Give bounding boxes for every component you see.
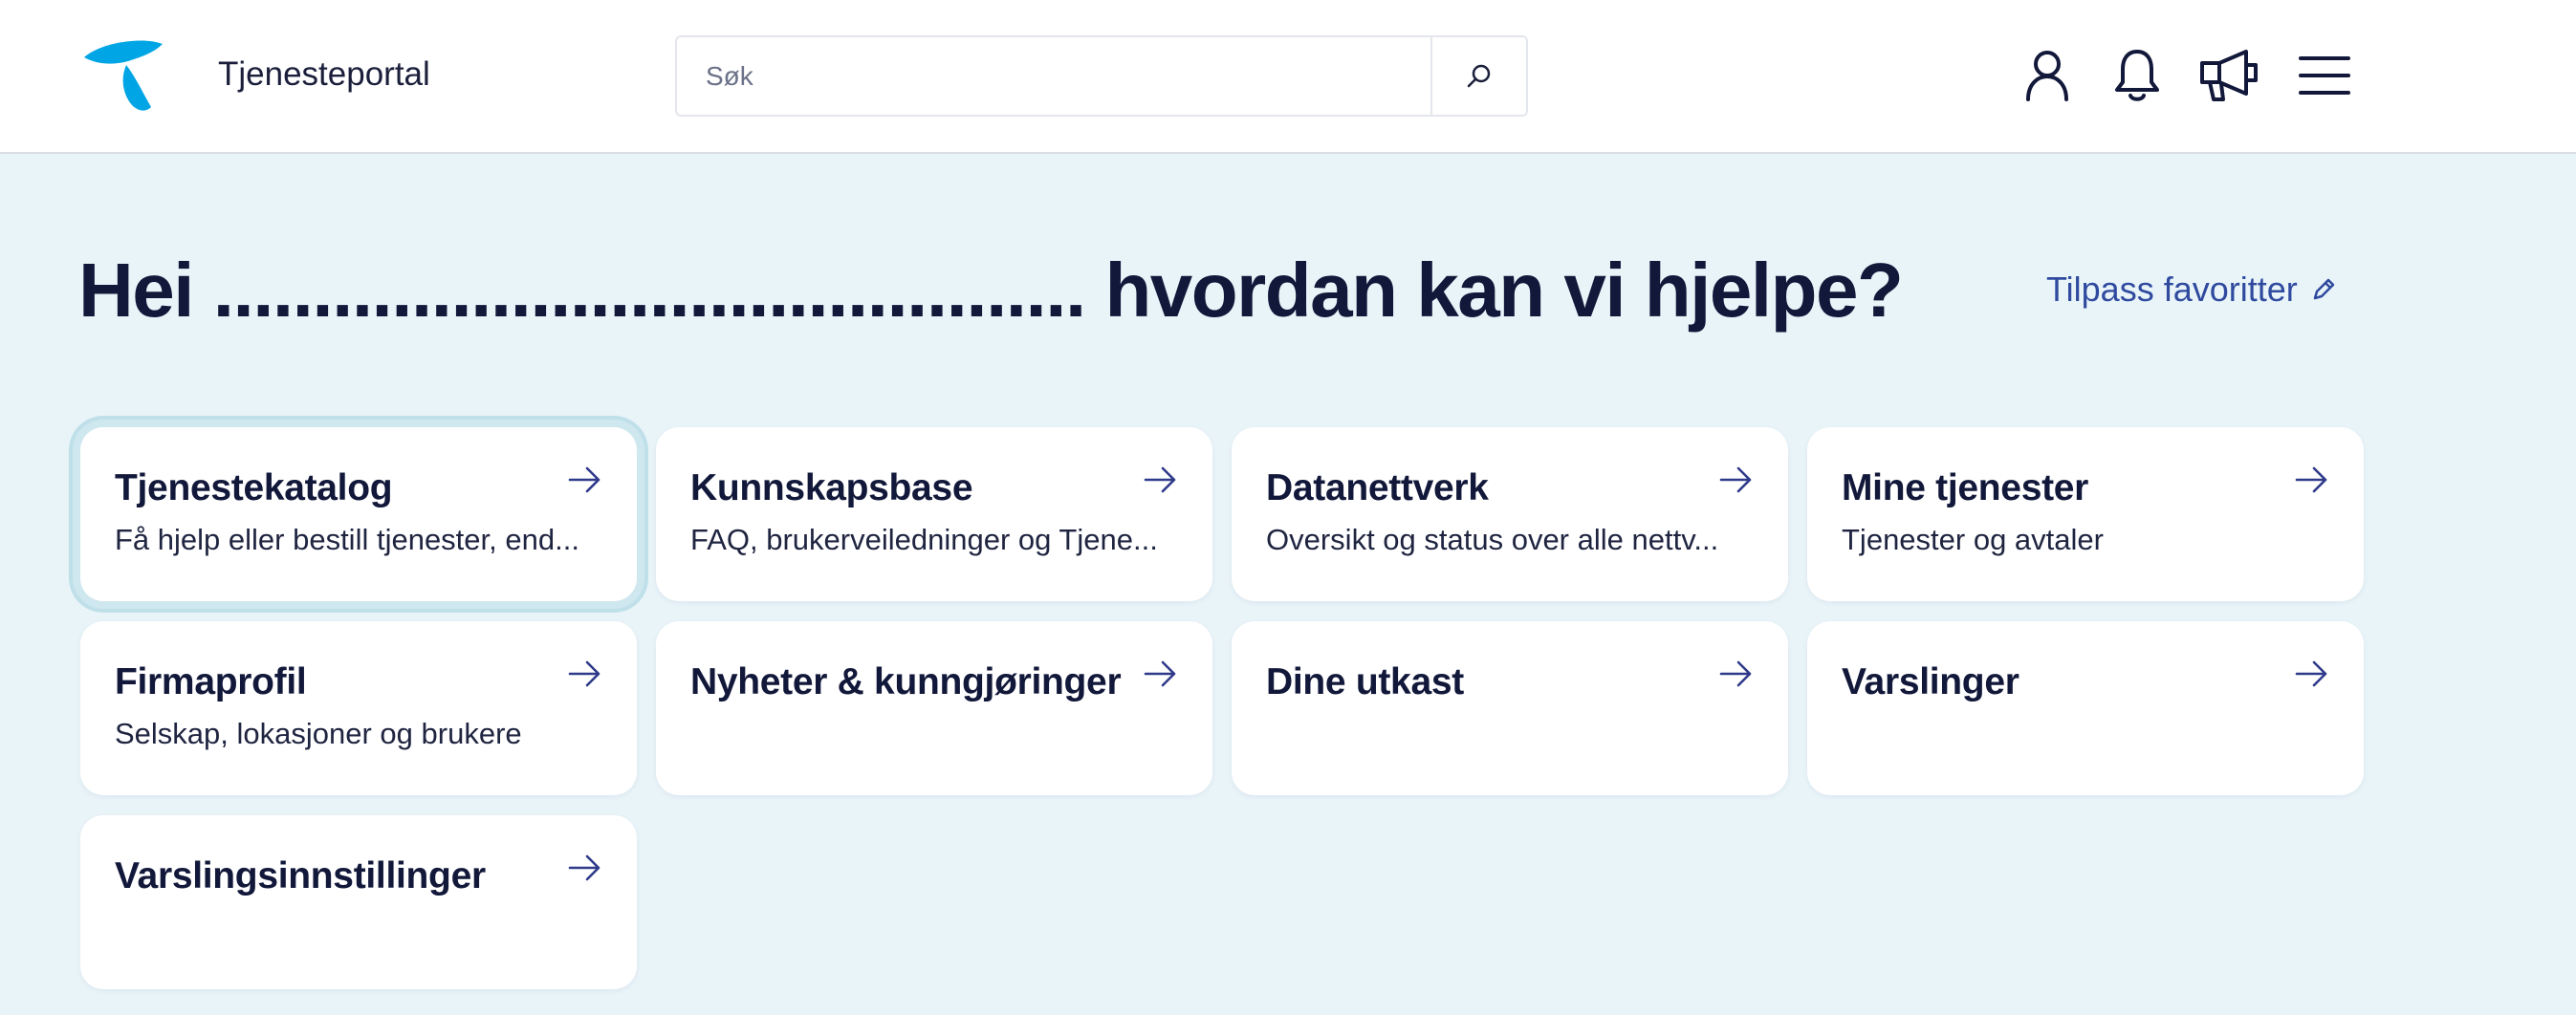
card-firmaprofil[interactable]: Firmaprofil Selskap, lokasjoner og bruke… — [80, 621, 637, 795]
card-subtitle: Tjenester og avtaler — [1842, 523, 2104, 556]
card-title: Dine utkast — [1266, 661, 1464, 702]
search-button[interactable] — [1430, 37, 1526, 115]
arrow-right-icon — [568, 854, 600, 881]
card-varslinger[interactable]: Varslinger — [1807, 621, 2364, 795]
card-title: Kunnskapsbase — [690, 467, 973, 508]
card-tjenestekatalog[interactable]: Tjenestekatalog Få hjelp eller bestill t… — [80, 427, 637, 601]
customize-favorites-link[interactable]: Tilpass favoritter — [2046, 270, 2336, 310]
notifications-button[interactable] — [2104, 38, 2171, 113]
card-subtitle: Oversikt og status over alle nettv... — [1266, 523, 1719, 556]
card-dine-utkast[interactable]: Dine utkast — [1232, 621, 1788, 795]
card-title: Varslinger — [1842, 661, 2019, 702]
card-title: Varslingsinnstillinger — [115, 855, 486, 896]
card-title: Firmaprofil — [115, 661, 307, 702]
greeting-start: Hei — [78, 248, 195, 333]
telia-logo-icon[interactable] — [82, 36, 164, 113]
card-nyheter-kunngjoringer[interactable]: Nyheter & kunngjøringer — [656, 621, 1212, 795]
menu-button[interactable] — [2291, 38, 2358, 113]
card-varslingsinnstillinger[interactable]: Varslingsinnstillinger — [80, 815, 637, 989]
arrow-right-icon — [568, 660, 600, 687]
arrow-right-icon — [568, 466, 600, 493]
app-title[interactable]: Tjenesteportal — [218, 55, 430, 94]
arrow-right-icon — [2295, 466, 2327, 493]
card-title: Datanettverk — [1266, 467, 1489, 508]
search-box — [675, 35, 1528, 117]
arrow-right-icon — [1144, 660, 1176, 687]
arrow-right-icon — [1144, 466, 1176, 493]
customize-favorites-label: Tilpass favoritter — [2046, 270, 2298, 309]
greeting-name-placeholder: ........................................… — [212, 248, 1086, 333]
arrow-right-icon — [1719, 466, 1752, 493]
card-subtitle: Selskap, lokasjoner og brukere — [115, 717, 522, 750]
user-icon — [2026, 51, 2068, 101]
card-datanettverk[interactable]: Datanettverk Oversikt og status over all… — [1232, 427, 1788, 601]
card-subtitle: FAQ, brukerveiledninger og Tjene... — [690, 523, 1158, 556]
megaphone-icon — [2200, 50, 2258, 101]
card-mine-tjenester[interactable]: Mine tjenester Tjenester og avtaler — [1807, 427, 2364, 601]
card-title: Tjenestekatalog — [115, 467, 393, 508]
announcements-button[interactable] — [2197, 38, 2264, 113]
greeting-heading: Hei ....................................… — [78, 247, 1904, 335]
top-header: Tjenesteportal — [0, 0, 2576, 154]
menu-icon — [2299, 56, 2350, 95]
arrow-right-icon — [2295, 660, 2327, 687]
bell-icon — [2115, 50, 2159, 101]
arrow-right-icon — [1719, 660, 1752, 687]
card-title: Mine tjenester — [1842, 467, 2089, 508]
user-button[interactable] — [2014, 38, 2081, 113]
card-subtitle: Få hjelp eller bestill tjenester, end... — [115, 523, 579, 556]
card-title: Nyheter & kunngjøringer — [690, 661, 1122, 702]
pencil-icon — [2313, 278, 2334, 300]
card-kunnskapsbase[interactable]: Kunnskapsbase FAQ, brukerveiledninger og… — [656, 427, 1212, 601]
greeting-end: hvordan kan vi hjelpe? — [1104, 248, 1903, 333]
search-input[interactable] — [677, 37, 1434, 115]
search-icon — [1467, 64, 1491, 87]
